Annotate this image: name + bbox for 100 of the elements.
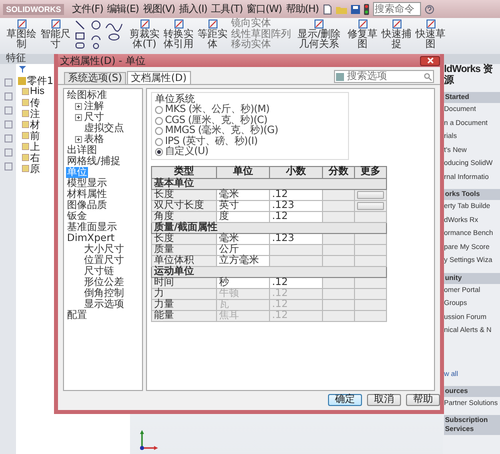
tree-item[interactable]: 图像品质 xyxy=(66,200,108,211)
ribbon-button[interactable]: 等距实体 xyxy=(197,19,228,50)
dialog-button[interactable]: 帮助 xyxy=(406,394,440,406)
column-header: 更多 xyxy=(354,166,386,178)
tree-item[interactable]: His xyxy=(30,86,44,97)
menu-item[interactable]: 插入(I) xyxy=(178,2,208,16)
tree-item[interactable]: 右 xyxy=(30,150,40,164)
tree-item[interactable]: 形位公差 xyxy=(83,277,125,288)
more-button[interactable] xyxy=(357,202,384,210)
tree-item[interactable]: 虚拟交点 xyxy=(83,123,125,134)
tree-item[interactable]: 出详图 xyxy=(66,145,98,156)
menu-item[interactable]: 编辑(E) xyxy=(107,2,139,16)
tree-item[interactable]: 配置 xyxy=(66,310,88,321)
tree-item[interactable]: 材 xyxy=(30,118,40,132)
help-icon[interactable] xyxy=(424,4,434,14)
ribbon-item[interactable]: 线性草图阵列 xyxy=(231,30,291,40)
ribbon-button[interactable]: 转换实体引用 xyxy=(163,19,194,50)
ribbon-button[interactable]: 智能尺寸 xyxy=(40,19,71,50)
table-cell: 力量 xyxy=(152,299,216,310)
column-header: 小数 xyxy=(270,166,322,178)
tree-item[interactable]: 模型显示 xyxy=(66,178,108,189)
tab[interactable]: 文档属性(D) xyxy=(127,71,191,84)
ribbon-item[interactable]: 移动实体 xyxy=(231,40,291,50)
ribbon-button[interactable]: 显示/删除几何关系 xyxy=(294,19,344,50)
table-cell: 时间 xyxy=(152,277,216,288)
menu-item[interactable]: 视图(V) xyxy=(142,2,175,16)
tree-item[interactable]: 零件1 xyxy=(27,74,54,88)
column-header: 类型 xyxy=(152,166,216,178)
radio-option[interactable]: 自定义(U) xyxy=(155,147,345,158)
pane-title: ldWorks 资源 xyxy=(444,64,494,86)
section-header: 基本单位 xyxy=(152,178,386,189)
menu-item[interactable]: 窗口(W) xyxy=(246,2,282,16)
table-cell: 长度 xyxy=(152,233,216,244)
search-field[interactable]: 搜索命令 xyxy=(372,2,421,16)
expand-icon[interactable] xyxy=(75,136,82,143)
tool-icon xyxy=(16,19,26,29)
ribbon-item[interactable]: 镜向实体 xyxy=(231,19,291,30)
tree-item[interactable]: 倒角控制 xyxy=(83,288,125,299)
radio-option[interactable]: CGS (厘米、克、秒)(C) xyxy=(155,116,345,126)
tree-item[interactable]: 位置尺寸 xyxy=(83,255,125,266)
menu-item[interactable]: 帮助(H) xyxy=(286,2,319,16)
tree-item[interactable]: 显示选项 xyxy=(83,299,125,310)
new-document-icon[interactable] xyxy=(322,4,332,14)
tree-item[interactable]: 原 xyxy=(30,162,40,176)
unit-dropdown[interactable]: 公斤 xyxy=(216,244,270,255)
tool-icon xyxy=(392,19,402,29)
tool-icon xyxy=(426,19,436,29)
table-cell: 力 xyxy=(152,288,216,299)
radio-option[interactable]: IPS (英寸、磅、秒)(I) xyxy=(155,136,345,147)
ribbon-button[interactable]: 快速草图 xyxy=(415,19,446,50)
ribbon-button[interactable]: 剪裁实体(T) xyxy=(129,19,160,50)
tree-item[interactable]: 尺寸 xyxy=(83,112,105,123)
unit-dropdown[interactable]: 立方毫米 xyxy=(216,255,270,266)
unit-dropdown[interactable]: 秒 xyxy=(216,277,270,288)
tree-item[interactable]: 传 xyxy=(30,96,40,110)
tree-item[interactable]: DimXpert xyxy=(66,233,116,244)
unit-dropdown[interactable]: 度 xyxy=(216,211,270,222)
tree-item[interactable]: 大小尺寸 xyxy=(83,244,125,255)
tree-item[interactable]: 上 xyxy=(30,140,40,154)
search-field[interactable]: 搜索选项 xyxy=(334,70,434,83)
tab[interactable]: 系统选项(S) xyxy=(64,72,126,84)
tree-item[interactable]: 尺寸链 xyxy=(83,266,115,277)
tree-item[interactable]: 表格 xyxy=(83,134,105,145)
more-button[interactable] xyxy=(357,190,384,198)
ribbon-button[interactable]: 草图绘制 xyxy=(6,19,37,50)
table-cell: 质量 xyxy=(152,244,216,255)
traffic-light-icon[interactable] xyxy=(364,4,369,14)
ribbon-button[interactable]: 快速捕捉 xyxy=(381,19,412,50)
unit-dropdown[interactable]: 毫米 xyxy=(216,189,270,200)
section-header: 质量/截面属性 xyxy=(152,222,386,233)
close-icon xyxy=(426,57,434,64)
tree-item[interactable]: 材料属性 xyxy=(66,189,108,200)
unit-dropdown[interactable]: 英寸 xyxy=(216,200,270,211)
tool-icon xyxy=(50,19,60,29)
dialog-button[interactable]: 取消 xyxy=(367,394,401,406)
unit-dropdown[interactable]: 毫米 xyxy=(216,233,270,244)
tree-item[interactable]: 前 xyxy=(30,128,40,142)
tree-item[interactable]: 注解 xyxy=(83,101,105,112)
filter-icon[interactable] xyxy=(19,66,26,73)
tree-item[interactable]: 网格线/捕捉 xyxy=(66,156,122,167)
menu-item[interactable]: 文件(F) xyxy=(72,2,104,16)
ribbon-button[interactable]: 修复草图 xyxy=(347,19,378,50)
tree-item[interactable]: 基准面显示 xyxy=(66,222,118,233)
search-icon[interactable] xyxy=(424,72,432,80)
close-button[interactable] xyxy=(420,56,440,66)
radio-option[interactable]: MKS (米、公斤、秒)(M) xyxy=(155,105,345,116)
radio-option[interactable]: MMGS (毫米、克、秒)(G) xyxy=(155,126,345,136)
app-logo: SOLIDWORKS xyxy=(3,4,64,14)
expand-icon[interactable] xyxy=(75,114,82,121)
menu-item[interactable]: 工具(T) xyxy=(211,2,243,16)
expand-icon[interactable] xyxy=(75,103,82,110)
save-icon[interactable] xyxy=(350,4,360,14)
column-header: 分数 xyxy=(322,166,354,178)
tree-item[interactable]: 注 xyxy=(30,106,40,120)
dialog-button[interactable]: 确定 xyxy=(328,394,362,406)
tree-item[interactable]: 钣金 xyxy=(66,211,88,222)
tab[interactable]: 特征 xyxy=(0,54,32,64)
tool-icon xyxy=(314,19,324,29)
tree-item[interactable]: 绘图标准 xyxy=(66,90,108,101)
column-header: 单位 xyxy=(216,166,270,178)
